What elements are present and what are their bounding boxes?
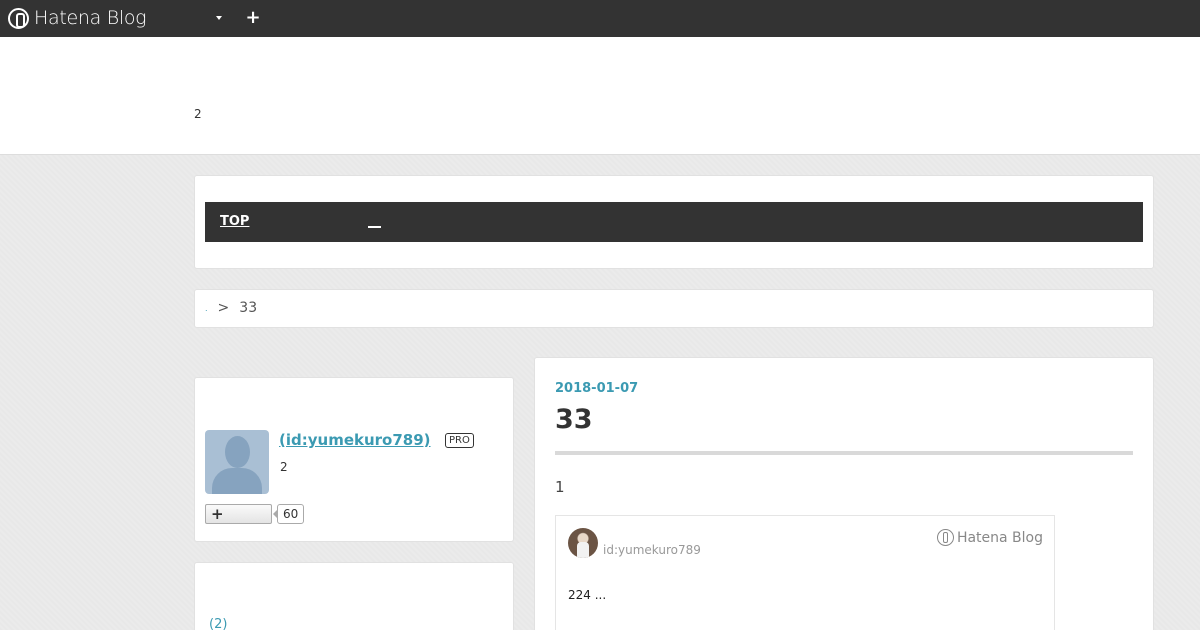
archive-box: (2) (194, 562, 514, 630)
profile-box: (id:yumekuro789) PRO 2 + 60 (194, 377, 514, 542)
top-navbar: Hatena Blog + (0, 0, 1200, 37)
hatena-logo-icon (8, 7, 29, 29)
blog-description: 2 (194, 107, 202, 121)
profile-description: 2 (280, 460, 288, 474)
avatar[interactable] (205, 430, 269, 494)
nav-link-second[interactable]: __ (368, 214, 381, 229)
breadcrumb-current: 33 (239, 300, 258, 316)
logo-text: Hatena Blog (34, 7, 147, 29)
nav-link-top[interactable]: TOP (220, 214, 249, 229)
entry-title[interactable]: 33 (555, 404, 593, 435)
global-nav-box: TOP __ (194, 175, 1154, 269)
embed-brand: Hatena Blog (936, 529, 1043, 546)
breadcrumb-box: . > 33 (194, 289, 1154, 328)
entry-box: 2018-01-07 33 1 id:yumekuro789 Hatena Bl… (534, 357, 1154, 630)
global-nav: TOP __ (205, 202, 1143, 242)
embed-excerpt: 224 ... (568, 588, 607, 602)
entry-title-divider (555, 451, 1133, 455)
entry-date[interactable]: 2018-01-07 (555, 381, 638, 396)
follow-button[interactable]: + (205, 504, 272, 524)
caret-down-icon[interactable] (212, 11, 226, 25)
breadcrumb-separator: > (217, 300, 230, 316)
plus-icon: + (211, 505, 224, 523)
follower-count[interactable]: 60 (272, 504, 305, 524)
plus-icon[interactable]: + (244, 9, 262, 27)
embed-card[interactable]: id:yumekuro789 Hatena Blog 224 ... (555, 515, 1055, 630)
embed-avatar (568, 528, 598, 558)
profile-id-link[interactable]: (id:yumekuro789) (279, 431, 431, 449)
archive-link[interactable]: (2) (209, 617, 227, 630)
avatar-head (225, 436, 250, 468)
hatena-logo-icon (936, 529, 954, 546)
pro-badge: PRO (445, 433, 474, 448)
avatar-body (212, 468, 262, 494)
embed-brand-text: Hatena Blog (956, 529, 1043, 546)
embed-user-id: id:yumekuro789 (603, 543, 701, 557)
entry-body: 1 (555, 478, 565, 496)
breadcrumb-home[interactable]: . (205, 304, 208, 313)
breadcrumb: . > 33 (205, 300, 257, 316)
hatena-blog-logo[interactable]: Hatena Blog (8, 6, 147, 30)
blog-header: 2 (0, 37, 1200, 155)
